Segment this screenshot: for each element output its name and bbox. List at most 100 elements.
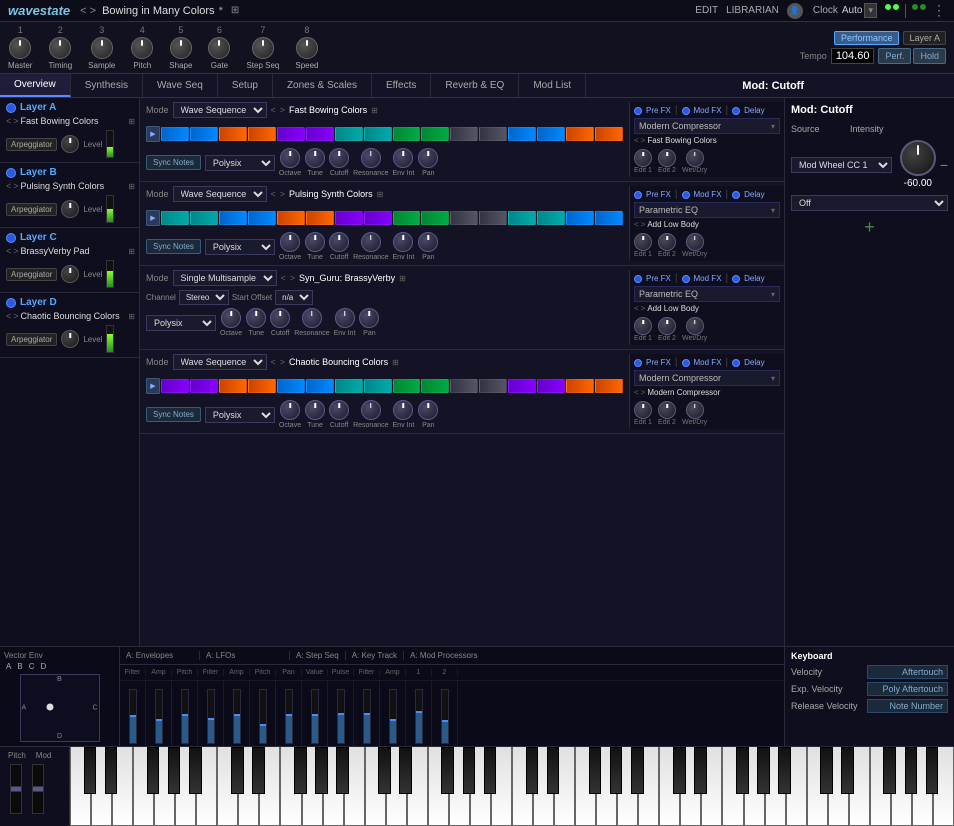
fx-knob-wet/dry-D[interactable] bbox=[686, 401, 704, 419]
waveseq-step-D-8[interactable] bbox=[393, 379, 421, 393]
mod-fader-track-5[interactable] bbox=[259, 689, 267, 744]
mod-minus-button[interactable]: − bbox=[940, 157, 948, 173]
vec-d[interactable]: D bbox=[40, 662, 46, 671]
waveseq-step-D-5[interactable] bbox=[306, 379, 334, 393]
waveseq-step-D-12[interactable] bbox=[508, 379, 536, 393]
knob-8[interactable] bbox=[296, 37, 318, 59]
lr-knob-pan-B[interactable] bbox=[418, 232, 438, 252]
waveseq-step-D-7[interactable] bbox=[364, 379, 392, 393]
waveseq-step-D-0[interactable] bbox=[161, 379, 189, 393]
layer-power-D[interactable] bbox=[6, 298, 16, 308]
mod-fader-track-9[interactable] bbox=[363, 689, 371, 744]
fx-type-dropdown-A[interactable]: ▾ bbox=[771, 122, 775, 131]
waveseq-step-D-10[interactable] bbox=[450, 379, 478, 393]
knob-6[interactable] bbox=[208, 37, 230, 59]
vec-a[interactable]: A bbox=[6, 662, 11, 671]
black-key-0-1[interactable] bbox=[105, 747, 118, 794]
black-key-3-3[interactable] bbox=[589, 747, 602, 794]
lr-knob-pan-A[interactable] bbox=[418, 148, 438, 168]
polysix-dropdown-D[interactable]: PolysixMonoPoly bbox=[205, 407, 275, 423]
waveseq-icon-A[interactable]: ▶ bbox=[146, 126, 160, 142]
fx-knob-wet/dry-C[interactable] bbox=[686, 317, 704, 335]
waveseq-step-A-3[interactable] bbox=[248, 127, 276, 141]
black-key-3-5[interactable] bbox=[631, 747, 644, 794]
polysix-dropdown-C[interactable]: PolysixMonoPoly bbox=[146, 315, 216, 331]
vec-c[interactable]: C bbox=[29, 662, 35, 671]
lr-knob-octave-C[interactable] bbox=[221, 308, 241, 328]
lr-knob-cutoff-C[interactable] bbox=[270, 308, 290, 328]
lr-knob-cutoff-B[interactable] bbox=[329, 232, 349, 252]
black-key-0-5[interactable] bbox=[189, 747, 202, 794]
mod-fx-btn-A[interactable]: Mod FX bbox=[694, 106, 722, 115]
layer-nav-prev-C[interactable]: < bbox=[6, 246, 11, 256]
layer-preset-icon-A[interactable]: ⊞ bbox=[128, 117, 135, 126]
lr-preset-nav-next-C[interactable]: > bbox=[290, 273, 295, 283]
user-icon[interactable]: 👤 bbox=[787, 3, 803, 19]
preset-save-icon[interactable]: ⊞ bbox=[231, 5, 239, 16]
waveseq-step-A-4[interactable] bbox=[277, 127, 305, 141]
knob-5[interactable] bbox=[170, 37, 192, 59]
mod-fader-track-0[interactable] bbox=[129, 689, 137, 744]
fx-type-dropdown-D[interactable]: ▾ bbox=[771, 374, 775, 383]
lr-knob-tune-D[interactable] bbox=[305, 400, 325, 420]
lr-preset-nav-prev-B[interactable]: < bbox=[271, 189, 276, 199]
fx-knob-wet/dry-B[interactable] bbox=[686, 233, 704, 251]
layer-preset-icon-D[interactable]: ⊞ bbox=[128, 312, 135, 321]
mod-source2-dropdown[interactable]: Off Mod Wheel CC 1 bbox=[791, 195, 948, 211]
waveseq-step-B-14[interactable] bbox=[566, 211, 594, 225]
waveseq-step-A-15[interactable] bbox=[595, 127, 623, 141]
performance-button[interactable]: Performance bbox=[834, 31, 900, 45]
fx-knob-edit-2-A[interactable] bbox=[658, 149, 676, 167]
black-key-5-4[interactable] bbox=[905, 747, 918, 794]
waveseq-icon-B[interactable]: ▶ bbox=[146, 210, 160, 226]
lr-knob-resonance-A[interactable] bbox=[361, 148, 381, 168]
waveseq-step-D-15[interactable] bbox=[595, 379, 623, 393]
delay-btn-B[interactable]: Delay bbox=[744, 190, 764, 199]
mod-fx-power-B[interactable] bbox=[682, 191, 690, 199]
black-key-1-4[interactable] bbox=[315, 747, 328, 794]
layer-button[interactable]: Layer A bbox=[903, 31, 946, 45]
black-key-4-5[interactable] bbox=[778, 747, 791, 794]
waveseq-step-B-8[interactable] bbox=[393, 211, 421, 225]
release-velocity-value[interactable]: Note Number bbox=[867, 699, 949, 713]
polysix-dropdown-B[interactable]: PolysixMonoPoly bbox=[205, 239, 275, 255]
lr-preset-nav-next-A[interactable]: > bbox=[280, 105, 285, 115]
knob-2[interactable] bbox=[49, 37, 71, 59]
delay-btn-D[interactable]: Delay bbox=[744, 358, 764, 367]
mod-fader-track-2[interactable] bbox=[181, 689, 189, 744]
tempo-value[interactable]: 104.60 bbox=[831, 48, 875, 64]
black-key-4-1[interactable] bbox=[694, 747, 707, 794]
fx-type-dropdown-C[interactable]: ▾ bbox=[771, 290, 775, 299]
lr-preset-icon-B[interactable]: ⊞ bbox=[377, 190, 384, 199]
fx-preset-nav-next-C[interactable]: > bbox=[641, 304, 646, 313]
layer-power-B[interactable] bbox=[6, 168, 16, 178]
waveseq-step-B-7[interactable] bbox=[364, 211, 392, 225]
layer-arp-btn-B[interactable]: Arpeggiator bbox=[6, 203, 57, 216]
black-key-4-0[interactable] bbox=[673, 747, 686, 794]
waveseq-step-D-11[interactable] bbox=[479, 379, 507, 393]
black-key-2-0[interactable] bbox=[378, 747, 391, 794]
mod-fader-track-10[interactable] bbox=[389, 689, 397, 744]
black-key-2-4[interactable] bbox=[463, 747, 476, 794]
black-key-5-3[interactable] bbox=[883, 747, 896, 794]
exp-velocity-value[interactable]: Poly Aftertouch bbox=[867, 682, 949, 696]
fx-power-C[interactable] bbox=[634, 275, 642, 283]
black-key-4-4[interactable] bbox=[757, 747, 770, 794]
sync-btn-D[interactable]: Sync Notes bbox=[146, 407, 201, 422]
vector-pad-square[interactable]: B D A C bbox=[20, 674, 100, 742]
sync-btn-A[interactable]: Sync Notes bbox=[146, 155, 201, 170]
fx-knob-edit-2-B[interactable] bbox=[658, 233, 676, 251]
fx-type-dropdown-B[interactable]: ▾ bbox=[771, 206, 775, 215]
waveseq-step-B-3[interactable] bbox=[248, 211, 276, 225]
librarian-button[interactable]: LIBRARIAN bbox=[726, 5, 779, 16]
fx-knob-edit-1-A[interactable] bbox=[634, 149, 652, 167]
mod-fader-track-8[interactable] bbox=[337, 689, 345, 744]
tab-wave-seq[interactable]: Wave Seq bbox=[143, 74, 218, 97]
waveseq-step-B-13[interactable] bbox=[537, 211, 565, 225]
lr-knob-env-int-C[interactable] bbox=[335, 308, 355, 328]
layer-nav-next-D[interactable]: > bbox=[13, 311, 18, 321]
waveseq-step-A-8[interactable] bbox=[393, 127, 421, 141]
black-key-2-3[interactable] bbox=[441, 747, 454, 794]
waveseq-step-A-10[interactable] bbox=[450, 127, 478, 141]
start-offset-dropdown-C[interactable]: n/a bbox=[275, 290, 313, 305]
